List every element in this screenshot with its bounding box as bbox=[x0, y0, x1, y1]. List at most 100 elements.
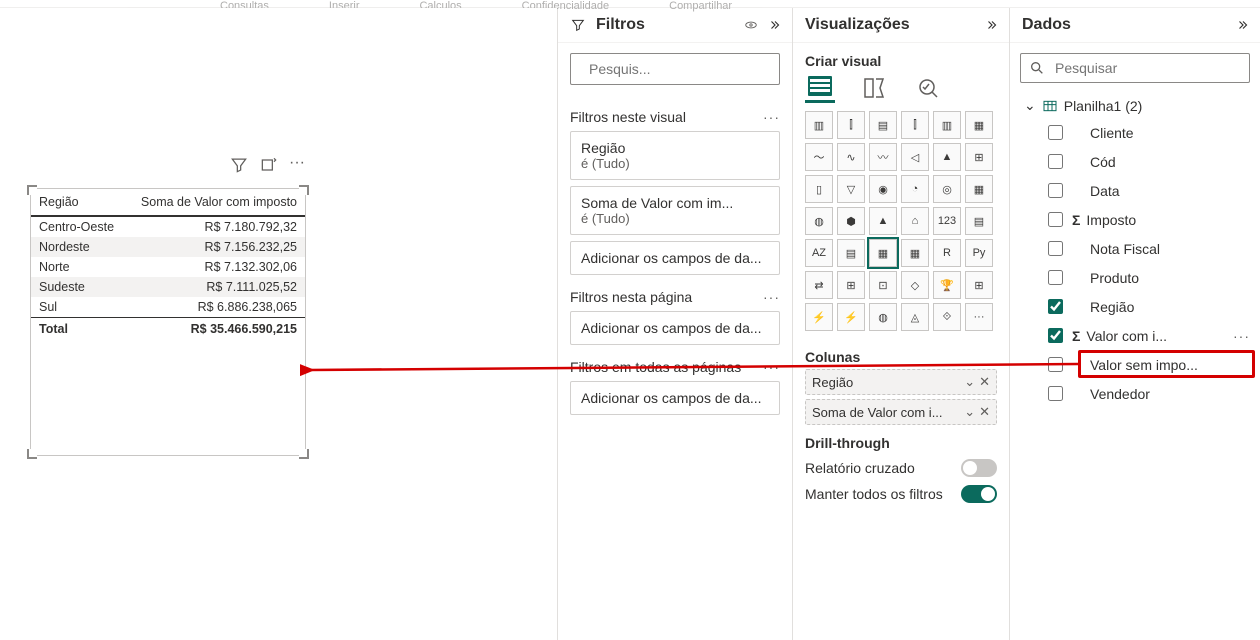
filter-search-input[interactable] bbox=[587, 60, 772, 78]
field-row[interactable]: Cliente bbox=[1016, 118, 1254, 147]
filter-search[interactable] bbox=[570, 53, 780, 85]
section-more-icon[interactable]: ··· bbox=[763, 289, 780, 305]
field-row[interactable]: Produto bbox=[1016, 263, 1254, 292]
table-row[interactable]: NorteR$ 7.132.302,06 bbox=[31, 257, 305, 277]
viz-type-icon[interactable]: ⊡ bbox=[869, 271, 897, 299]
field-checkbox[interactable] bbox=[1048, 125, 1063, 140]
collapse-icon[interactable] bbox=[985, 18, 999, 32]
viz-type-icon[interactable]: ⚡ bbox=[837, 303, 865, 331]
viz-type-icon[interactable]: ▦ bbox=[901, 239, 929, 267]
more-options-icon[interactable]: ··· bbox=[289, 155, 309, 175]
col-header[interactable]: Soma de Valor com imposto bbox=[126, 189, 305, 216]
tab-analytics[interactable] bbox=[913, 73, 943, 103]
keep-filters-toggle[interactable] bbox=[961, 485, 997, 503]
viz-type-icon[interactable]: ◁ bbox=[901, 143, 929, 171]
viz-type-icon[interactable]: ⊞ bbox=[837, 271, 865, 299]
filter-card[interactable]: Região é (Tudo) bbox=[570, 131, 780, 180]
remove-icon[interactable]: ✕ bbox=[979, 404, 990, 420]
field-checkbox[interactable] bbox=[1048, 154, 1063, 169]
collapse-icon[interactable] bbox=[1236, 18, 1250, 32]
viz-type-icon[interactable]: ··· bbox=[965, 303, 993, 331]
viz-type-icon[interactable]: 〰 bbox=[869, 143, 897, 171]
viz-type-icon[interactable]: ⚡ bbox=[805, 303, 833, 331]
table-row[interactable]: SulR$ 6.886.238,065 bbox=[31, 297, 305, 318]
viz-type-icon[interactable]: 🏆 bbox=[933, 271, 961, 299]
field-checkbox[interactable] bbox=[1048, 270, 1063, 285]
data-search[interactable] bbox=[1020, 53, 1250, 83]
data-search-input[interactable] bbox=[1053, 59, 1241, 77]
focus-mode-icon[interactable] bbox=[259, 155, 279, 175]
cross-report-toggle[interactable] bbox=[961, 459, 997, 477]
filter-icon[interactable] bbox=[229, 155, 249, 175]
report-canvas[interactable]: ··· Região Soma de Valor com imposto Cen… bbox=[0, 8, 557, 640]
field-checkbox[interactable] bbox=[1048, 212, 1063, 227]
viz-type-icon[interactable]: 〜 bbox=[805, 143, 833, 171]
viz-type-icon[interactable]: ▯ bbox=[805, 175, 833, 203]
viz-type-icon[interactable]: ▦ bbox=[869, 239, 897, 267]
viz-type-icon[interactable]: ◎ bbox=[933, 175, 961, 203]
viz-type-icon[interactable]: ⟐ bbox=[933, 303, 961, 331]
viz-type-icon[interactable]: ⌂ bbox=[901, 207, 929, 235]
viz-type-icon[interactable]: ◇ bbox=[901, 271, 929, 299]
field-more-icon[interactable]: ··· bbox=[1233, 328, 1250, 344]
field-checkbox[interactable] bbox=[1048, 357, 1063, 372]
viz-type-icon[interactable]: ◬ bbox=[901, 303, 929, 331]
filter-add-placeholder[interactable]: Adicionar os campos de da... bbox=[570, 241, 780, 275]
field-checkbox[interactable] bbox=[1048, 299, 1063, 314]
viz-type-icon[interactable]: AZ bbox=[805, 239, 833, 267]
viz-type-icon[interactable]: ∿ bbox=[837, 143, 865, 171]
viz-type-icon[interactable]: ▦ bbox=[965, 175, 993, 203]
field-checkbox[interactable] bbox=[1048, 183, 1063, 198]
filter-card[interactable]: Soma de Valor com im... é (Tudo) bbox=[570, 186, 780, 235]
eye-icon[interactable] bbox=[744, 18, 758, 32]
chevron-down-icon[interactable]: ⌄ bbox=[964, 374, 975, 390]
viz-type-icon[interactable]: ⬢ bbox=[837, 207, 865, 235]
viz-type-icon[interactable]: ▤ bbox=[869, 111, 897, 139]
viz-type-icon[interactable]: ▲ bbox=[933, 143, 961, 171]
field-checkbox[interactable] bbox=[1048, 328, 1063, 343]
viz-type-icon[interactable]: 123 bbox=[933, 207, 961, 235]
viz-type-icon[interactable]: ⫿ bbox=[837, 111, 865, 139]
viz-type-icon[interactable]: ▤ bbox=[837, 239, 865, 267]
field-row[interactable]: Cód bbox=[1016, 147, 1254, 176]
field-row[interactable]: Nota Fiscal bbox=[1016, 234, 1254, 263]
field-row[interactable]: ΣImposto bbox=[1016, 205, 1254, 234]
viz-type-icon[interactable]: ◔ bbox=[901, 175, 929, 203]
table-visual[interactable]: ··· Região Soma de Valor com imposto Cen… bbox=[30, 188, 306, 456]
viz-type-icon[interactable]: ◍ bbox=[805, 207, 833, 235]
field-row[interactable]: Vendedor bbox=[1016, 379, 1254, 408]
filter-add-placeholder[interactable]: Adicionar os campos de da... bbox=[570, 381, 780, 415]
field-row[interactable]: ΣValor com i...··· bbox=[1016, 321, 1254, 350]
remove-icon[interactable]: ✕ bbox=[979, 374, 990, 390]
table-row[interactable]: SudesteR$ 7.111.025,52 bbox=[31, 277, 305, 297]
section-more-icon[interactable]: ··· bbox=[763, 359, 780, 375]
viz-type-icon[interactable]: ⇄ bbox=[805, 271, 833, 299]
field-row[interactable]: Região bbox=[1016, 292, 1254, 321]
tab-format[interactable] bbox=[859, 73, 889, 103]
viz-type-icon[interactable]: ◉ bbox=[869, 175, 897, 203]
viz-type-icon[interactable]: R bbox=[933, 239, 961, 267]
field-row[interactable]: Data bbox=[1016, 176, 1254, 205]
filter-add-placeholder[interactable]: Adicionar os campos de da... bbox=[570, 311, 780, 345]
viz-type-icon[interactable]: Py bbox=[965, 239, 993, 267]
col-header[interactable]: Região bbox=[31, 189, 126, 216]
viz-type-icon[interactable]: ▲ bbox=[869, 207, 897, 235]
viz-type-icon[interactable]: ▦ bbox=[965, 111, 993, 139]
viz-type-icon[interactable]: ▥ bbox=[933, 111, 961, 139]
viz-type-icon[interactable]: ▽ bbox=[837, 175, 865, 203]
viz-type-icon[interactable]: ⊞ bbox=[965, 271, 993, 299]
viz-type-icon[interactable]: ⊞ bbox=[965, 143, 993, 171]
table-node[interactable]: ⌄ Planilha1 (2) bbox=[1016, 93, 1254, 118]
viz-type-icon[interactable]: ▥ bbox=[805, 111, 833, 139]
field-well-item[interactable]: Soma de Valor com i... ⌄✕ bbox=[805, 399, 997, 425]
chevron-down-icon[interactable]: ⌄ bbox=[964, 404, 975, 420]
section-more-icon[interactable]: ··· bbox=[763, 109, 780, 125]
viz-type-icon[interactable]: ◍ bbox=[869, 303, 897, 331]
field-well-item[interactable]: Região ⌄✕ bbox=[805, 369, 997, 395]
tab-build[interactable] bbox=[805, 73, 835, 103]
collapse-icon[interactable] bbox=[768, 18, 782, 32]
table-row[interactable]: Centro-OesteR$ 7.180.792,32 bbox=[31, 216, 305, 237]
viz-type-icon[interactable]: ▤ bbox=[965, 207, 993, 235]
table-row[interactable]: NordesteR$ 7.156.232,25 bbox=[31, 237, 305, 257]
field-checkbox[interactable] bbox=[1048, 386, 1063, 401]
